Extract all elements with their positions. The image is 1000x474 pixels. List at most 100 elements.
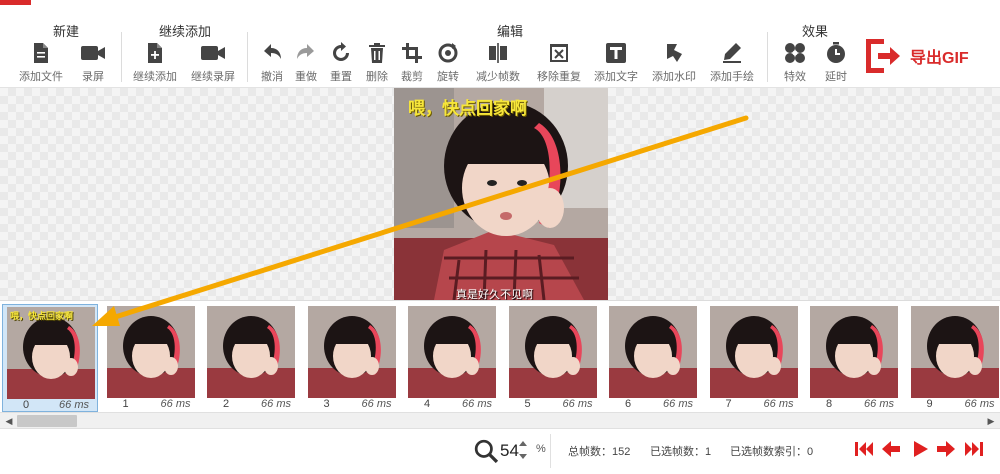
frame-thumbnail-image	[609, 306, 697, 398]
frame-thumbnail[interactable]: 2 66 ms	[203, 304, 299, 412]
frame-thumbnail-image	[207, 306, 295, 398]
reduce-frames-label: 减少帧数	[476, 71, 520, 83]
zoom-unit: %	[536, 443, 546, 455]
add-watermark-button[interactable]: 添加水印	[649, 42, 699, 86]
pen-icon	[723, 43, 741, 63]
frame-duration[interactable]: 66 ms	[462, 398, 492, 410]
scrollbar-thumb[interactable]	[17, 415, 77, 427]
group-title-continue-add: 继续添加	[158, 24, 211, 39]
continue-record-button[interactable]: 继续录屏	[188, 42, 238, 86]
text-icon	[606, 43, 626, 63]
magnifier-icon	[474, 439, 498, 463]
record-screen-button[interactable]: 录屏	[68, 42, 118, 86]
frame-thumbnail[interactable]: 1 66 ms	[103, 304, 199, 412]
frame-filmstrip: 喂，快点回家啊 0 66 ms 1 66 ms 2 66 ms 3 66 ms 4 66 ms 5 66…	[0, 300, 1000, 412]
frame-index: 4	[424, 398, 431, 410]
frame-thumbnail-image	[810, 306, 898, 398]
frame-thumbnail[interactable]: 4 66 ms	[404, 304, 500, 412]
frame-thumbnail[interactable]: 7 66 ms	[706, 304, 802, 412]
crop-icon	[402, 43, 422, 63]
frame-duration[interactable]: 66 ms	[362, 398, 392, 410]
toolbar-divider	[767, 32, 768, 82]
frame-duration[interactable]: 66 ms	[59, 399, 89, 411]
watermark-icon	[667, 44, 682, 62]
frame-thumbnail-image	[307, 306, 396, 398]
remove-duplicates-button[interactable]: 移除重复	[534, 42, 584, 86]
group-new: 新建 添加文件 录屏	[16, 14, 116, 88]
frame-duration[interactable]: 66 ms	[663, 398, 693, 410]
preview-photo	[394, 88, 608, 300]
group-continue-add: 继续添加 继续添加 继续录屏	[130, 14, 240, 88]
frame-duration[interactable]: 66 ms	[563, 398, 593, 410]
zoom-spinner-icon[interactable]	[518, 436, 528, 464]
frame-duration[interactable]: 66 ms	[261, 398, 291, 410]
frame-duration[interactable]: 66 ms	[161, 398, 191, 410]
reduce-frames-button[interactable]: 减少帧数	[473, 42, 523, 86]
frame-index: 8	[826, 398, 833, 410]
play-icon[interactable]	[909, 438, 931, 460]
frame-index: 3	[323, 398, 330, 410]
add-watermark-label: 添加水印	[652, 71, 696, 83]
frame-thumbnail[interactable]: 喂，快点回家啊 0 66 ms	[2, 304, 98, 412]
redo-icon	[297, 44, 314, 59]
scroll-right-arrow-icon[interactable]: ▶	[983, 414, 999, 428]
record-screen-label: 录屏	[82, 71, 104, 83]
frame-thumbnail-image	[709, 306, 798, 398]
frame-thumbnail[interactable]: 6 66 ms	[605, 304, 701, 412]
effects-icon	[785, 43, 805, 63]
add-file-label: 添加文件	[19, 71, 63, 83]
add-file-button[interactable]: 添加文件	[16, 42, 66, 86]
frame-thumbnail[interactable]: 5 66 ms	[505, 304, 601, 412]
frame-thumbnail[interactable]: 9 66 ms	[907, 304, 1000, 412]
add-text-button[interactable]: 添加文字	[591, 42, 641, 86]
export-gif-button[interactable]: 导出GIF	[862, 36, 982, 76]
rotate-button[interactable]: 旋转	[423, 42, 473, 86]
frame-thumbnail-image	[910, 306, 999, 398]
add-drawing-button[interactable]: 添加手绘	[707, 42, 757, 86]
toolbar: 新建 添加文件 录屏 继续添加 继续添加 继续录屏 编辑 撤消 重做 重置 删除…	[0, 14, 1000, 88]
first-frame-icon[interactable]	[853, 438, 875, 460]
remove-duplicates-label: 移除重复	[537, 71, 581, 83]
last-frame-icon[interactable]	[963, 438, 985, 460]
undo-icon	[264, 44, 281, 59]
zoom-input[interactable]: 54	[500, 441, 519, 461]
prev-frame-icon[interactable]	[880, 438, 902, 460]
frame-index: 1	[122, 398, 129, 410]
status-divider	[550, 434, 551, 468]
frame-thumbnail-image	[408, 306, 496, 398]
next-frame-icon[interactable]	[935, 438, 957, 460]
export-icon	[866, 39, 900, 73]
filmstrip-scrollbar[interactable]: ◀ ▶	[0, 412, 1000, 429]
frame-duration[interactable]: 66 ms	[864, 398, 894, 410]
preview-caption-top: 喂，快点回家啊	[408, 99, 527, 118]
frame-duration[interactable]: 66 ms	[965, 398, 995, 410]
preview-canvas[interactable]: 喂，快点回家啊 真是好久不见啊	[0, 88, 1000, 300]
frame-duration[interactable]: 66 ms	[764, 398, 794, 410]
export-gif-label: 导出GIF	[910, 50, 969, 67]
frame-index: 6	[625, 398, 632, 410]
frame-thumbnail[interactable]: 3 66 ms	[304, 304, 400, 412]
toolbar-divider	[121, 32, 122, 82]
group-effects: 效果 特效 延时	[770, 14, 860, 88]
continue-add-button[interactable]: 继续添加	[130, 42, 180, 86]
active-tab-marker	[0, 0, 31, 5]
frame-thumbnail-image: 喂，快点回家啊	[7, 307, 95, 399]
preview-frame-image: 喂，快点回家啊 真是好久不见啊	[394, 88, 608, 300]
rotate-icon	[438, 43, 458, 63]
scroll-left-arrow-icon[interactable]: ◀	[1, 414, 17, 428]
preview-caption-bottom: 真是好久不见啊	[456, 289, 533, 300]
group-edit: 编辑 撤消 重做 重置 删除 裁剪 旋转 减少帧数 移除重复 添加文字 添加水印…	[250, 14, 770, 88]
rotate-label: 旋转	[437, 71, 459, 83]
clock-icon	[827, 42, 845, 63]
frame-index: 7	[725, 398, 732, 410]
reset-icon	[333, 42, 349, 61]
frame-thumbnail[interactable]: 8 66 ms	[806, 304, 902, 412]
group-title-edit: 编辑	[496, 24, 523, 39]
file-add-icon	[148, 43, 162, 63]
frame-index: 0	[23, 399, 30, 411]
delay-button[interactable]: 延时	[811, 42, 861, 86]
selected-frame-index: 已选帧数索引：0	[730, 446, 814, 458]
camera-icon	[201, 46, 225, 60]
camera-icon	[81, 46, 105, 60]
group-title-effects: 效果	[801, 24, 828, 39]
